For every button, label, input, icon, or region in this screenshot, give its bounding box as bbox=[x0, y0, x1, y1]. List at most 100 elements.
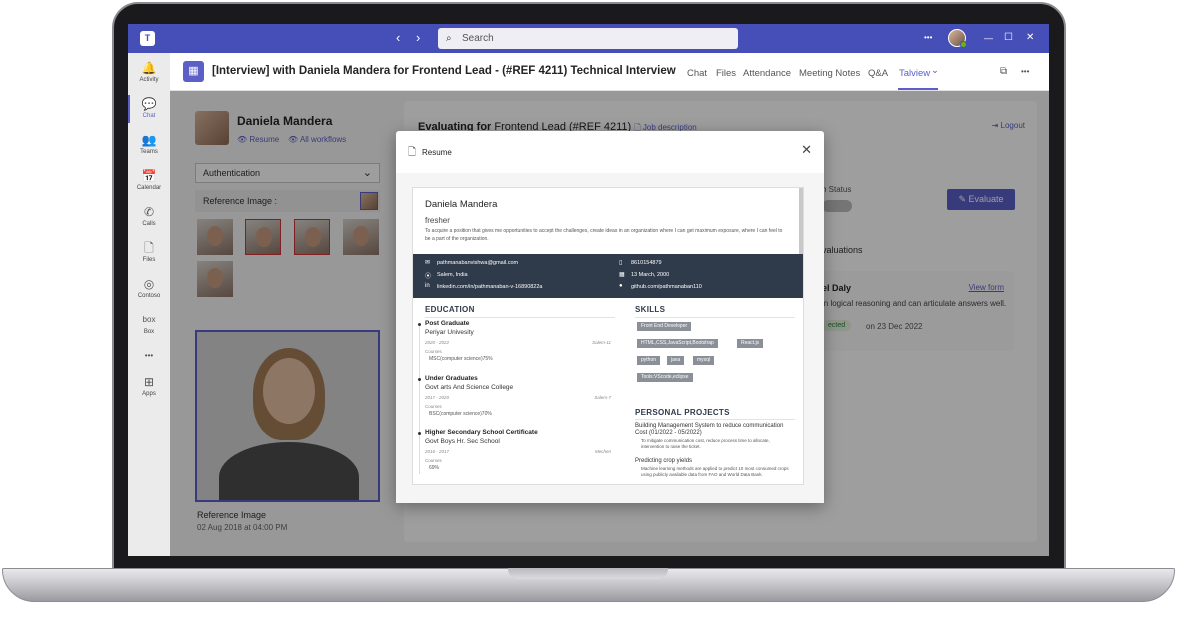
rail-item-chat[interactable]: 💬 Chat bbox=[128, 97, 170, 119]
tab-attendance[interactable]: Attendance bbox=[743, 68, 791, 79]
education-location: Salem-11 bbox=[592, 340, 611, 345]
education-grade: 69% bbox=[429, 465, 440, 471]
education-school: Govt arts And Science College bbox=[425, 384, 514, 391]
education-dates: 2020 - 2022 bbox=[425, 340, 450, 345]
projects-header: PERSONAL PROJECTS bbox=[635, 408, 730, 417]
education-school: Periyar Univesity bbox=[425, 329, 474, 336]
linkedin-icon: in bbox=[425, 283, 430, 289]
tab-files[interactable]: Files bbox=[716, 68, 736, 79]
rail-item-apps[interactable]: ⊞ Apps bbox=[128, 375, 170, 397]
github-icon: ● bbox=[619, 283, 623, 289]
teams-icon: 👥 bbox=[141, 133, 157, 147]
rail-label: Teams bbox=[140, 149, 158, 155]
close-window-icon[interactable]: ✕ bbox=[1026, 30, 1034, 46]
close-icon[interactable]: ✕ bbox=[801, 142, 812, 158]
education-title: Under Graduates bbox=[425, 375, 478, 382]
meeting-header: ▦ [Interview] with Daniela Mandera for F… bbox=[170, 53, 1049, 91]
calendar-icon: ▦ bbox=[619, 272, 625, 278]
education-location: Mecheri bbox=[594, 449, 611, 454]
tab-chat[interactable]: Chat bbox=[687, 68, 707, 79]
rail-item-box[interactable]: box Box bbox=[128, 313, 170, 335]
skill-tag: Front End Developer bbox=[637, 322, 692, 331]
email-icon: ✉ bbox=[425, 260, 431, 266]
active-tab-underline bbox=[898, 88, 938, 90]
resume-objective: To acquire a position that gives me oppo… bbox=[425, 228, 783, 242]
rail-item-contoso[interactable]: ◎ Contoso bbox=[128, 277, 170, 299]
teams-logo-icon: T bbox=[140, 31, 155, 46]
education-location: Salem-7 bbox=[594, 395, 611, 400]
rail-label: Contoso bbox=[137, 293, 161, 299]
resume-name: Daniela Mandera bbox=[425, 199, 498, 210]
rail-item-activity[interactable]: 🔔 Activity bbox=[128, 61, 170, 83]
box-icon: box bbox=[142, 315, 156, 324]
skill-tag: java bbox=[667, 356, 685, 365]
skill-tag: python bbox=[637, 356, 661, 365]
skills-header: SKILLS bbox=[635, 305, 666, 314]
chevron-down-icon[interactable]: ⌄ bbox=[931, 65, 939, 76]
education-header: EDUCATION bbox=[425, 305, 475, 314]
timeline-dot bbox=[418, 432, 421, 435]
skill-tag: Tools:VScode,eclipse bbox=[637, 373, 693, 382]
education-title: Higher Secondary School Certificate bbox=[425, 429, 538, 436]
skill-tag: mysql bbox=[693, 356, 715, 365]
project-description: Machine learning methods are applied to … bbox=[641, 466, 789, 477]
project-title: Building Management System to reduce com… bbox=[635, 423, 784, 436]
resume-modal: 🗋 Resume ✕ Daniela Mandera fresher To ac… bbox=[396, 131, 824, 503]
skill-tag: HTML,CSS,JavaScript,Bootstrap bbox=[637, 339, 718, 348]
divider bbox=[635, 419, 795, 420]
bell-icon: 🔔 bbox=[141, 61, 157, 75]
location-icon: ⦿ bbox=[425, 274, 432, 280]
rail-label: Chat bbox=[142, 113, 156, 119]
rail-label: Box bbox=[143, 329, 155, 335]
education-title: Post Graduate bbox=[425, 320, 470, 327]
resume-document[interactable]: Daniela Mandera fresher To acquire a pos… bbox=[412, 187, 804, 485]
document-icon: 🗋 bbox=[408, 147, 417, 158]
more-options-icon[interactable]: ••• bbox=[1021, 67, 1029, 76]
minimize-icon[interactable]: — bbox=[984, 30, 993, 46]
contact-band: ✉ pathmanabanvishwa@gmail.com ▯ 86101548… bbox=[413, 254, 803, 298]
tab-meeting-notes[interactable]: Meeting Notes bbox=[799, 68, 860, 79]
timeline-line bbox=[419, 324, 420, 474]
rail-label: Calendar bbox=[136, 185, 162, 191]
timeline-dot bbox=[418, 378, 421, 381]
contact-location: Salem, India bbox=[437, 272, 468, 278]
phone-icon: ✆ bbox=[143, 205, 155, 219]
maximize-icon[interactable]: ☐ bbox=[1004, 30, 1013, 46]
tab-qa[interactable]: Q&A bbox=[868, 68, 888, 79]
apps-icon: ⊞ bbox=[143, 375, 155, 389]
resume-role: fresher bbox=[425, 216, 450, 225]
laptop-mockup: T ‹ › ⌕ Search ••• — ☐ ✕ 🔔 Activity 💬 Chat… bbox=[0, 0, 1177, 619]
rail-item-calls[interactable]: ✆ Calls bbox=[128, 205, 170, 227]
search-icon: ⌕ bbox=[446, 33, 452, 44]
rail-item-more[interactable]: ••• bbox=[128, 349, 170, 365]
contact-linkedin: linkedin.com/in/pathmanaban-v-16890822a bbox=[437, 284, 543, 290]
education-dates: 2016 - 2017 bbox=[425, 449, 450, 454]
rail-item-teams[interactable]: 👥 Teams bbox=[128, 133, 170, 155]
back-arrow-icon[interactable]: ‹ bbox=[396, 30, 400, 46]
education-dates: 2017 - 2020 bbox=[425, 395, 450, 400]
timeline-dot bbox=[418, 323, 421, 326]
rail-label: Apps bbox=[142, 391, 156, 397]
divider bbox=[635, 317, 795, 318]
chat-icon: 💬 bbox=[141, 97, 157, 111]
presence-available-icon bbox=[960, 41, 967, 48]
project-title: Predicting crop yields bbox=[635, 458, 693, 464]
education-courses-label: Courses bbox=[425, 349, 442, 354]
tab-talview[interactable]: Talview bbox=[899, 68, 930, 79]
more-options-icon[interactable]: ••• bbox=[924, 30, 932, 46]
popout-icon[interactable]: ⧉ bbox=[1000, 66, 1007, 77]
file-icon: 🗋 bbox=[144, 241, 154, 255]
more-icon: ••• bbox=[144, 351, 154, 360]
education-school: Govt Boys Hr. Sec School bbox=[425, 438, 500, 445]
education-courses-label: Courses bbox=[425, 404, 442, 409]
modal-title: Resume bbox=[422, 148, 452, 157]
education-grade: BSC(computer science)70% bbox=[429, 411, 492, 417]
rail-item-calendar[interactable]: 📅 Calendar bbox=[128, 169, 170, 191]
project-description: To mitigate communication cost, reduce p… bbox=[641, 438, 770, 449]
contact-email: pathmanabanvishwa@gmail.com bbox=[437, 260, 519, 266]
forward-arrow-icon[interactable]: › bbox=[416, 30, 420, 46]
rail-item-files[interactable]: 🗋 Files bbox=[128, 241, 170, 263]
search-input[interactable]: ⌕ Search bbox=[438, 28, 738, 49]
search-placeholder: Search bbox=[462, 33, 494, 44]
app-rail: 🔔 Activity 💬 Chat 👥 Teams 📅 Calendar ✆ Calls … bbox=[128, 53, 170, 556]
